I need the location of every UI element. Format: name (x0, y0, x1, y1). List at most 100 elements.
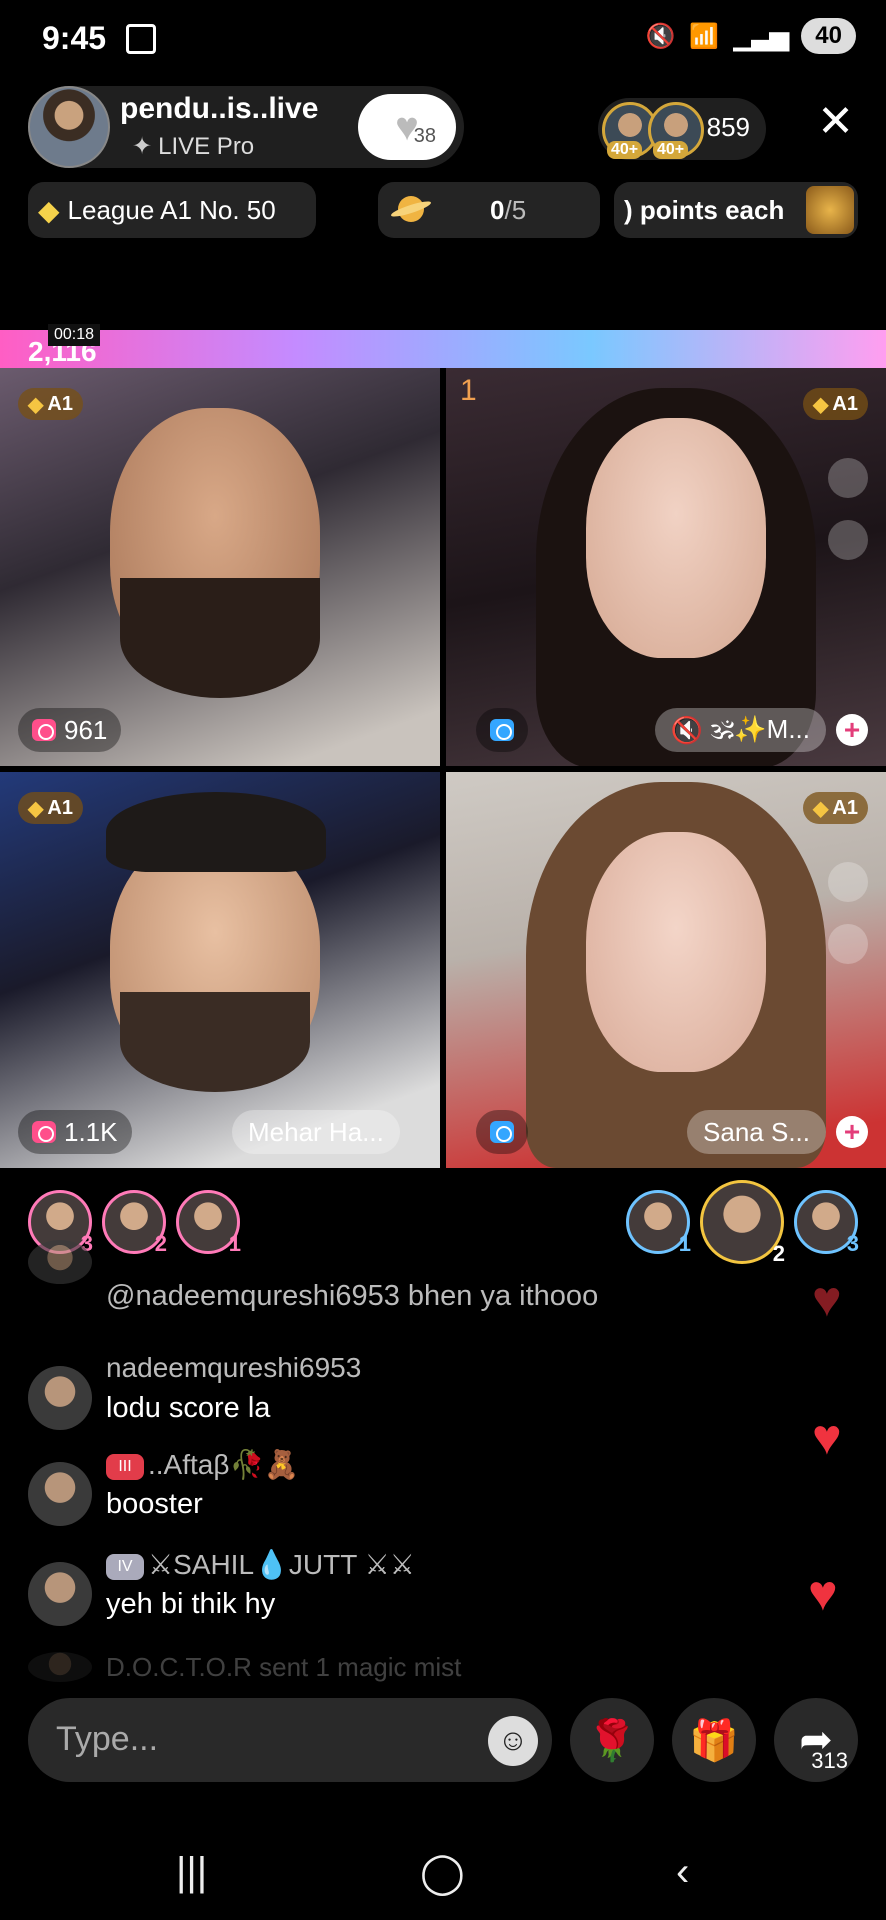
effect-icons (828, 862, 868, 964)
screenshot-icon (126, 24, 156, 54)
guest-name-pill[interactable]: 🔇 🕉✨M... (654, 708, 826, 752)
guest-tile-3[interactable]: ◆ A1 1.1K Mehar Ha... (0, 772, 440, 1168)
chat-text: booster (106, 1488, 203, 1520)
chat-text: D.O.C.T.O.R sent 1 magic mist (106, 1652, 462, 1682)
gifter-avatar[interactable]: 3 (794, 1190, 859, 1256)
boost-icon (828, 862, 868, 902)
guest-video-detail (120, 992, 310, 1092)
camera-icon (490, 1121, 514, 1143)
comment-input[interactable]: Type... ☺ (28, 1698, 552, 1782)
gifter-avatar[interactable]: 2 (700, 1180, 785, 1266)
mute-icon: 🔇 (670, 714, 703, 745)
league-badge-label: A1 (47, 392, 73, 415)
add-guest-button[interactable]: + (836, 1116, 868, 1148)
gifter-rank: 1 (228, 1231, 241, 1256)
fan-level-badge: IV (106, 1553, 144, 1580)
guest-score-value: 1.1K (64, 1116, 118, 1147)
chat-text: lodu score la (106, 1392, 271, 1424)
diamond-icon: ◆ (28, 393, 44, 416)
status-time: 9:45 (42, 20, 107, 56)
guest-video-detail (120, 578, 320, 698)
guest-name-pill[interactable]: Mehar Ha... (232, 1110, 400, 1154)
goal-progress-pill[interactable]: 0/5 (378, 182, 600, 238)
host-avatar[interactable] (28, 86, 110, 168)
guest-score: 1.1K (18, 1110, 132, 1154)
gifter-rank: 1 (678, 1231, 691, 1256)
cloud-icon (828, 520, 868, 560)
signal-icon: ▁▃▅ (733, 20, 789, 51)
heart-icon: ♥ (812, 1409, 842, 1465)
viewer-list[interactable]: 40+ 40+ 859 (598, 98, 766, 160)
chat-username[interactable]: nadeemqureshi6953 (106, 1352, 361, 1384)
gifter-avatar[interactable]: 1 (626, 1190, 691, 1256)
guest-name-pill[interactable]: Sana S... (687, 1110, 826, 1154)
gifter-rank: 3 (846, 1231, 859, 1256)
points-pill[interactable]: ) points each (614, 182, 858, 238)
chat-avatar[interactable] (28, 1562, 92, 1626)
add-guest-button[interactable]: + (836, 714, 868, 746)
league-label: League A1 No. 50 (67, 194, 276, 225)
gift-icon: 🎁 (689, 1718, 739, 1763)
follow-count: 38 (413, 125, 436, 147)
system-nav-bar: ||| ◯ ‹ (0, 1820, 886, 1920)
gifter-rank: 2 (772, 1241, 785, 1266)
guest-name: Mehar Ha... (248, 1116, 384, 1147)
share-count: 313 (811, 1748, 848, 1773)
status-bar: 9:45 🔇 📶 ▁▃▅ 40 (0, 0, 886, 80)
top-viewer-avatar[interactable]: 40+ (648, 102, 704, 159)
guest-tile-2[interactable]: 1 ◆ A1 🔇 🕉✨M... + (446, 368, 886, 766)
guest-score: 961 (18, 708, 122, 752)
trophy-icon (806, 186, 854, 234)
league-badge: ◆ A1 (18, 388, 83, 420)
battle-score-bar: 2,116 00:18 (0, 324, 886, 368)
league-badge-label: A1 (47, 796, 73, 819)
league-pill[interactable]: ◆ League A1 No. 50 (28, 182, 316, 238)
rose-gift-button[interactable]: 🌹 (570, 1698, 654, 1782)
heart-icon: ♥ (812, 1271, 842, 1327)
diamond-icon: ◆ (813, 797, 829, 820)
battery-indicator: 40 (801, 18, 856, 54)
camera-icon (490, 719, 514, 741)
host-profile[interactable]: pendu..is..live ✦ LIVE Pro ♥ 38 (28, 86, 464, 168)
chat-username[interactable]: ⚔SAHIL💧JUTT ⚔⚔ (148, 1549, 415, 1580)
effect-icons (828, 458, 868, 560)
chat-avatar[interactable] (28, 1652, 92, 1682)
sparkle-icon: ✦ (132, 133, 153, 160)
points-label: ) points each (624, 194, 785, 225)
chat-avatar[interactable] (28, 1462, 92, 1526)
guest-score (476, 708, 528, 752)
gift-button[interactable]: 🎁 (672, 1698, 756, 1782)
back-icon[interactable]: ‹ (676, 1850, 689, 1895)
chat-username[interactable]: ..Aftaβ🥀🧸 (148, 1449, 299, 1480)
battle-timer: 00:18 (48, 324, 101, 346)
heart-icon: ♥ (808, 1565, 838, 1621)
chat-avatar[interactable] (28, 1366, 92, 1430)
fan-level-badge: III (106, 1453, 144, 1480)
planet-icon (390, 192, 430, 226)
guest-tile-1[interactable]: ◆ A1 961 (0, 368, 440, 766)
gifter-avatar[interactable]: 1 (176, 1190, 241, 1256)
league-badge: ◆ A1 (18, 792, 83, 824)
follow-button[interactable]: ♥ 38 (358, 94, 456, 160)
guest-video (586, 418, 766, 658)
emoji-icon[interactable]: ☺ (488, 1716, 538, 1766)
guest-tile-4[interactable]: ◆ A1 Sana S... + (446, 772, 886, 1168)
home-icon[interactable]: ◯ (420, 1850, 465, 1896)
guest-video (586, 832, 766, 1072)
cloud-icon (828, 924, 868, 964)
close-icon[interactable]: ✕ (817, 100, 854, 144)
chat-avatar[interactable] (28, 1240, 92, 1284)
diamond-icon: ◆ (28, 797, 44, 820)
chat-text: yeh bi thik hy (106, 1588, 276, 1620)
top-gifters-right: 1 2 3 (626, 1180, 859, 1266)
share-button[interactable]: ➦ 313 (774, 1698, 858, 1782)
viewer-count: 859 (706, 112, 750, 142)
recent-apps-icon[interactable]: ||| (176, 1850, 207, 1895)
gifter-avatar[interactable]: 2 (102, 1190, 167, 1256)
host-subtitle: LIVE Pro (158, 133, 255, 160)
camera-icon (32, 1121, 56, 1143)
comment-placeholder: Type... (56, 1720, 159, 1758)
goal-total: /5 (504, 194, 527, 225)
league-badge: ◆ A1 (803, 388, 868, 420)
league-badge-label: A1 (832, 796, 858, 819)
